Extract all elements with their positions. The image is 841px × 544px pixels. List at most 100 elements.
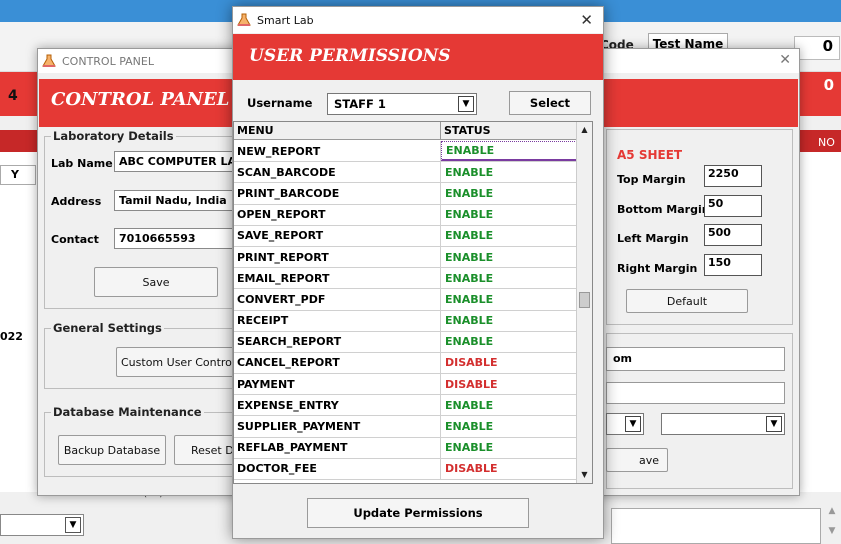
status-cell[interactable]: ENABLE [441, 226, 577, 246]
update-permissions-button[interactable]: Update Permissions [307, 498, 529, 528]
table-row[interactable]: OPEN_REPORT ENABLE [234, 204, 577, 226]
menu-cell[interactable]: SEARCH_REPORT [234, 331, 441, 352]
table-row[interactable]: SCAN_BARCODE ENABLE [234, 162, 577, 184]
status-cell[interactable]: ENABLE [441, 289, 577, 309]
left-margin-field[interactable]: 500 [704, 224, 762, 246]
status-cell[interactable]: ENABLE [441, 141, 577, 162]
status-cell[interactable]: DISABLE [441, 374, 577, 394]
custom-user-control-button[interactable]: Custom User Control [116, 347, 240, 377]
scrollbar-thumb[interactable] [579, 292, 590, 308]
status-cell[interactable]: ENABLE [441, 205, 577, 225]
menu-cell[interactable]: DOCTOR_FEE [234, 458, 441, 479]
scroll-up-icon[interactable]: ▲ [578, 123, 591, 137]
table-row[interactable]: SAVE_REPORT ENABLE [234, 225, 577, 247]
table-row[interactable]: PRINT_BARCODE ENABLE [234, 183, 577, 205]
menu-cell[interactable]: EXPENSE_ENTRY [234, 395, 441, 416]
close-icon[interactable]: ✕ [580, 11, 593, 29]
contact-label: Contact [51, 233, 99, 246]
menu-cell[interactable]: CONVERT_PDF [234, 289, 441, 310]
background-scrollbar[interactable]: ▲ ▼ [823, 506, 841, 544]
dialog-window-title: Smart Lab [257, 13, 314, 27]
table-row[interactable]: EXPENSE_ENTRY ENABLE [234, 395, 577, 417]
grid-scrollbar[interactable]: ▲ ▼ [576, 122, 592, 483]
right-margin-label: Right Margin [617, 262, 698, 275]
user-permissions-dialog: Smart Lab ✕ USER PERMISSIONS Username ST… [232, 6, 604, 539]
status-column-header[interactable]: STATUS [441, 122, 577, 139]
menu-cell[interactable]: REFLAB_PAYMENT [234, 437, 441, 458]
secondary-field[interactable] [606, 382, 785, 404]
status-cell[interactable]: ENABLE [441, 311, 577, 331]
user-permissions-heading: USER PERMISSIONS [249, 46, 451, 66]
table-row[interactable]: CONVERT_PDF ENABLE [234, 289, 577, 311]
status-cell[interactable]: DISABLE [441, 353, 577, 373]
menu-cell[interactable]: EMAIL_REPORT [234, 268, 441, 289]
table-row[interactable]: NEW_REPORT ENABLE [234, 141, 577, 163]
bottom-margin-field[interactable]: 50 [704, 195, 762, 217]
table-row[interactable]: REFLAB_PAYMENT ENABLE [234, 437, 577, 459]
table-row[interactable]: DOCTOR_FEE DISABLE [234, 458, 577, 480]
status-cell[interactable]: ENABLE [441, 162, 577, 182]
select-button[interactable]: Select [509, 91, 591, 115]
chevron-down-icon[interactable]: ▼ [625, 416, 641, 432]
table-row[interactable]: SUPPLIER_PAYMENT ENABLE [234, 416, 577, 438]
table-row[interactable]: EMAIL_REPORT ENABLE [234, 268, 577, 290]
background-number: 4 [8, 88, 18, 104]
reset-database-button[interactable]: Reset Database [174, 435, 240, 465]
menu-cell[interactable]: RECEIPT [234, 310, 441, 331]
menu-cell[interactable]: PAYMENT [234, 374, 441, 395]
menu-cell[interactable]: PRINT_BARCODE [234, 183, 441, 204]
menu-column-header[interactable]: MENU [234, 122, 441, 139]
status-cell[interactable]: ENABLE [441, 416, 577, 436]
background-dropdown[interactable]: ▼ [0, 514, 84, 536]
status-cell[interactable]: ENABLE [441, 268, 577, 288]
background-notes-box[interactable] [611, 508, 821, 544]
background-counter: 0 [794, 36, 840, 60]
table-row[interactable]: SEARCH_REPORT ENABLE [234, 331, 577, 353]
database-maintenance-legend: Database Maintenance [53, 405, 202, 419]
menu-cell[interactable]: NEW_REPORT [234, 141, 441, 162]
status-cell[interactable]: ENABLE [441, 332, 577, 352]
grid-rows: NEW_REPORT ENABLE SCAN_BARCODE ENABLE PRINT_… [234, 141, 577, 480]
menu-cell[interactable]: OPEN_REPORT [234, 204, 441, 225]
permissions-grid[interactable]: MENU STATUS NEW_REPORT ENABLE SCAN_BARCODE… [233, 121, 593, 484]
chevron-down-icon[interactable]: ▼ [458, 96, 474, 112]
dialog-title-bar[interactable]: Smart Lab [233, 7, 603, 33]
default-button[interactable]: Default [626, 289, 748, 313]
status-cell[interactable]: ENABLE [441, 183, 577, 203]
general-settings-legend: General Settings [53, 321, 162, 335]
status-cell[interactable]: DISABLE [441, 459, 577, 479]
lab-name-field[interactable]: ABC COMPUTER LAB [114, 151, 240, 172]
laboratory-details-legend: Laboratory Details [53, 129, 174, 143]
table-row[interactable]: RECEIPT ENABLE [234, 310, 577, 332]
left-margin-label: Left Margin [617, 232, 689, 245]
backup-database-button[interactable]: Backup Database [58, 435, 166, 465]
left-dropdown[interactable]: ▼ [606, 413, 644, 435]
chevron-down-icon[interactable]: ▼ [766, 416, 782, 432]
status-cell[interactable]: ENABLE [441, 395, 577, 415]
status-cell[interactable]: ENABLE [441, 438, 577, 458]
save-settings-button[interactable]: ave [606, 448, 668, 472]
top-margin-field[interactable]: 2250 [704, 165, 762, 187]
right-margin-field[interactable]: 150 [704, 254, 762, 276]
close-icon[interactable]: ✕ [779, 52, 791, 68]
menu-cell[interactable]: SUPPLIER_PAYMENT [234, 416, 441, 437]
username-dropdown[interactable]: STAFF 1 ▼ [327, 93, 477, 115]
table-row[interactable]: PAYMENT DISABLE [234, 374, 577, 396]
contact-field[interactable]: 7010665593 [114, 228, 240, 249]
chevron-down-icon[interactable]: ▼ [65, 517, 81, 533]
background-y-field[interactable]: Y [0, 165, 36, 185]
menu-cell[interactable]: CANCEL_REPORT [234, 352, 441, 374]
address-field[interactable]: Tamil Nadu, India [114, 190, 240, 211]
email-field[interactable]: om [606, 347, 785, 371]
menu-cell[interactable]: PRINT_REPORT [234, 246, 441, 268]
save-button[interactable]: Save [94, 267, 218, 297]
scroll-down-icon[interactable]: ▼ [578, 468, 591, 482]
right-dropdown[interactable]: ▼ [661, 413, 785, 435]
flask-icon [237, 13, 251, 27]
table-row[interactable]: CANCEL_REPORT DISABLE [234, 352, 577, 375]
menu-cell[interactable]: SAVE_REPORT [234, 225, 441, 246]
table-row[interactable]: PRINT_REPORT ENABLE [234, 246, 577, 269]
menu-cell[interactable]: SCAN_BARCODE [234, 162, 441, 183]
dialog-header: USER PERMISSIONS [233, 34, 603, 80]
status-cell[interactable]: ENABLE [441, 247, 577, 267]
